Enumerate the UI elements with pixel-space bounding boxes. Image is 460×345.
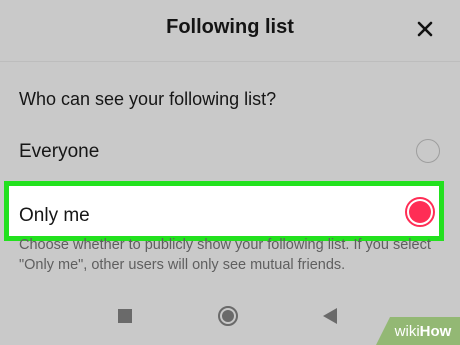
- home-inner-dot: [222, 310, 234, 322]
- watermark-wiki: wiki: [394, 322, 420, 340]
- page-title: Following list: [166, 16, 294, 38]
- recents-square-icon[interactable]: [118, 309, 132, 323]
- radio-selected-icon[interactable]: [405, 197, 435, 227]
- option-everyone[interactable]: Everyone: [0, 126, 460, 178]
- radio-unselected-icon[interactable]: [416, 139, 440, 163]
- option-description: Choose whether to publicly show your fol…: [19, 237, 431, 273]
- option-label: Only me: [19, 205, 90, 226]
- close-icon: [417, 21, 433, 37]
- back-triangle-icon[interactable]: [323, 308, 337, 324]
- home-circle-icon[interactable]: [218, 306, 238, 326]
- privacy-question: Who can see your following list?: [19, 89, 277, 109]
- wikihow-watermark: wiki How: [376, 317, 460, 345]
- option-only-me[interactable]: Only me: [4, 181, 444, 241]
- radio-dot: [409, 201, 431, 223]
- option-label: Everyone: [19, 141, 100, 162]
- watermark-how: How: [419, 322, 452, 340]
- dialog-header: Following list: [0, 0, 460, 62]
- close-button[interactable]: [412, 14, 438, 44]
